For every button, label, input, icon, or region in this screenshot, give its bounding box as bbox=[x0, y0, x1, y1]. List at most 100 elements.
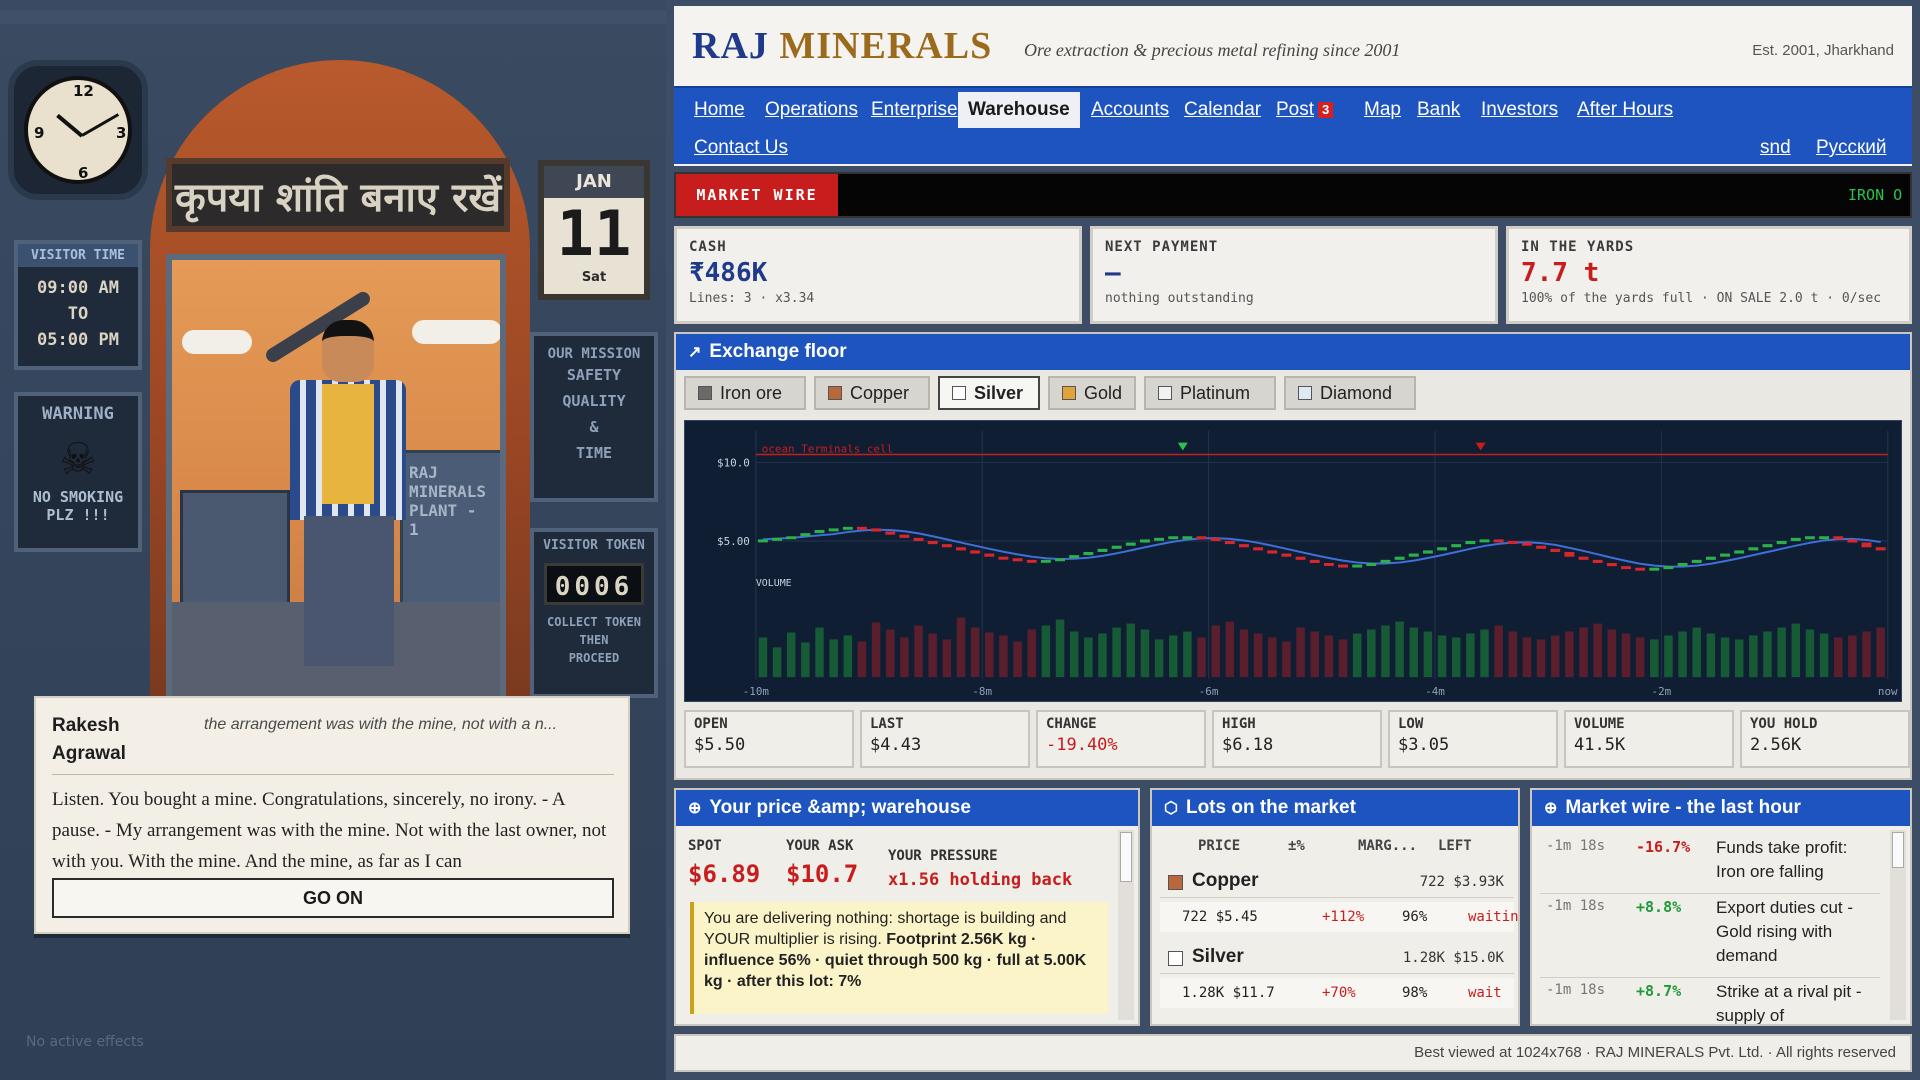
tab-platinum[interactable]: Platinum bbox=[1144, 376, 1276, 410]
ask-value[interactable]: $10.7 bbox=[786, 860, 858, 888]
wire-item-text: Export duties cut - Gold rising with dem… bbox=[1716, 898, 1854, 965]
volume-bar bbox=[1833, 637, 1843, 678]
logo-raj: RAJ bbox=[692, 25, 769, 67]
nav-after-hours[interactable]: After Hours bbox=[1567, 94, 1683, 126]
volume-bar bbox=[1876, 627, 1885, 678]
ohlc-label: HIGH bbox=[1222, 716, 1256, 732]
x-tick-label: -8m bbox=[972, 685, 992, 698]
nav-investors[interactable]: Investors bbox=[1471, 94, 1568, 126]
candle bbox=[1069, 555, 1080, 559]
marker-up-icon bbox=[1177, 442, 1188, 451]
exchange-floor-panel: ↗ Exchange floor Iron ore Copper Silver Gold… bbox=[674, 332, 1912, 780]
post-unread-badge: 3 bbox=[1318, 101, 1334, 118]
scrollbar-thumb[interactable] bbox=[1120, 832, 1132, 882]
wall-calendar: JAN 11 Sat bbox=[538, 160, 650, 300]
candle bbox=[1295, 556, 1306, 560]
screen: 12 3 6 9 कृपया शांति बनाए रखें JAN 11 Sa… bbox=[0, 0, 1920, 1080]
lots-panel: ⬡ Lots on the market PRICE ±% MARG... LEF… bbox=[1150, 788, 1520, 1026]
lots-col-margin: MARG... bbox=[1358, 838, 1418, 854]
candle bbox=[1550, 548, 1561, 552]
lot-cell: 1.28K $11.7 bbox=[1182, 985, 1275, 1001]
candle bbox=[1026, 559, 1037, 563]
lot-cell: +70% bbox=[1322, 985, 1356, 1001]
nav-warehouse[interactable]: Warehouse bbox=[958, 92, 1080, 128]
candle bbox=[1677, 562, 1688, 567]
lots-col-change: ±% bbox=[1288, 838, 1305, 854]
volume-bar bbox=[1579, 627, 1588, 678]
tab-diamond[interactable]: Diamond bbox=[1284, 376, 1416, 410]
candle bbox=[1380, 559, 1391, 563]
wire-item-change: -16.7% bbox=[1636, 838, 1691, 856]
lot-name: Silver bbox=[1192, 946, 1244, 967]
go-on-button[interactable]: GO ON bbox=[52, 878, 614, 918]
nav-bank[interactable]: Bank bbox=[1407, 94, 1470, 126]
nav-accounts[interactable]: Accounts bbox=[1081, 94, 1179, 126]
wire-item-change: +8.7% bbox=[1636, 982, 1682, 1000]
token-footer: THEN bbox=[579, 633, 609, 647]
tab-silver[interactable]: Silver bbox=[938, 376, 1040, 410]
nav-home[interactable]: Home bbox=[684, 94, 755, 126]
volume-bar bbox=[1211, 625, 1220, 678]
tab-label: Copper bbox=[850, 383, 910, 403]
lot-row[interactable]: 1.28K $11.7 +70% 98% wait bbox=[1160, 978, 1514, 1008]
ohlc-value: $3.05 bbox=[1398, 735, 1450, 755]
candle bbox=[772, 537, 783, 541]
candle bbox=[842, 526, 853, 530]
language-link[interactable]: Русский bbox=[1806, 132, 1897, 164]
lot-cell: +112% bbox=[1322, 909, 1365, 925]
mission-line: QUALITY bbox=[562, 392, 626, 410]
volume-bar bbox=[758, 637, 768, 678]
tab-gold[interactable]: Gold bbox=[1048, 376, 1136, 410]
exchange-floor-header: ↗ Exchange floor bbox=[676, 334, 1910, 370]
candle bbox=[814, 529, 825, 534]
wire-item-time: -1m 18s bbox=[1546, 982, 1606, 998]
truck bbox=[180, 490, 290, 610]
sound-toggle-link[interactable]: snd bbox=[1750, 132, 1801, 164]
cash-card: CASH ₹486K Lines: 3 · x3.34 bbox=[674, 226, 1082, 324]
site-logo[interactable]: RAJ MINERALS bbox=[692, 24, 992, 68]
volume-bar bbox=[914, 625, 923, 678]
scrollbar-thumb[interactable] bbox=[1892, 832, 1904, 868]
candle bbox=[1125, 542, 1136, 546]
nav-operations[interactable]: Operations bbox=[755, 94, 868, 126]
wire-hour-scrollbar[interactable] bbox=[1890, 830, 1906, 1020]
volume-bar bbox=[1692, 627, 1701, 678]
lot-group-silver[interactable]: Silver 1.28K $15.0K bbox=[1160, 942, 1514, 974]
dialog-speaker: Rakesh Agrawal bbox=[52, 715, 126, 764]
wire-hour-panel: ⊕ Market wire - the last hour -1m 18s -16.… bbox=[1530, 788, 1912, 1026]
candle bbox=[1097, 548, 1108, 552]
site-established: Est. 2001, Jharkhand bbox=[1752, 42, 1894, 59]
candle bbox=[1522, 542, 1532, 546]
volume-bar bbox=[1154, 639, 1164, 678]
nav-post[interactable]: Post 3 bbox=[1266, 94, 1343, 126]
volume-bar bbox=[1650, 639, 1659, 678]
lot-group-copper[interactable]: Copper 722 $3.93K bbox=[1160, 866, 1514, 898]
nav-map[interactable]: Map bbox=[1354, 94, 1411, 126]
volume-bar bbox=[1791, 623, 1801, 678]
ohlc-label: CHANGE bbox=[1046, 716, 1097, 732]
candle bbox=[1493, 539, 1504, 543]
candle bbox=[885, 531, 896, 535]
candle bbox=[1309, 559, 1320, 563]
x-tick-label: -4m bbox=[1425, 685, 1445, 698]
lot-row[interactable]: 722 $5.45 +112% 96% waitin bbox=[1160, 902, 1518, 932]
volume-bar bbox=[801, 642, 810, 678]
tab-iron-ore[interactable]: Iron ore bbox=[684, 376, 806, 410]
visitor-time-title: VISITOR TIME bbox=[18, 244, 138, 267]
volume-bar bbox=[1494, 625, 1503, 678]
next-payment-card: NEXT PAYMENT — nothing outstanding bbox=[1090, 226, 1498, 324]
volume-bar bbox=[1310, 631, 1319, 678]
volume-bar bbox=[1055, 619, 1065, 678]
warning-footer-2: PLZ !!! bbox=[46, 506, 110, 524]
your-price-scrollbar[interactable] bbox=[1118, 830, 1134, 1020]
nav-enterprise[interactable]: Enterprise bbox=[861, 94, 968, 126]
nav-contact-us[interactable]: Contact Us bbox=[684, 132, 798, 164]
volume-bar bbox=[1706, 633, 1716, 678]
wire-hour-header: ⊕ Market wire - the last hour bbox=[1532, 790, 1910, 826]
tab-copper[interactable]: Copper bbox=[814, 376, 930, 410]
candle bbox=[1465, 540, 1476, 545]
volume-bar bbox=[1296, 627, 1305, 678]
nav-calendar[interactable]: Calendar bbox=[1174, 94, 1271, 126]
volume-bar bbox=[1593, 623, 1602, 678]
candle bbox=[1196, 536, 1207, 540]
